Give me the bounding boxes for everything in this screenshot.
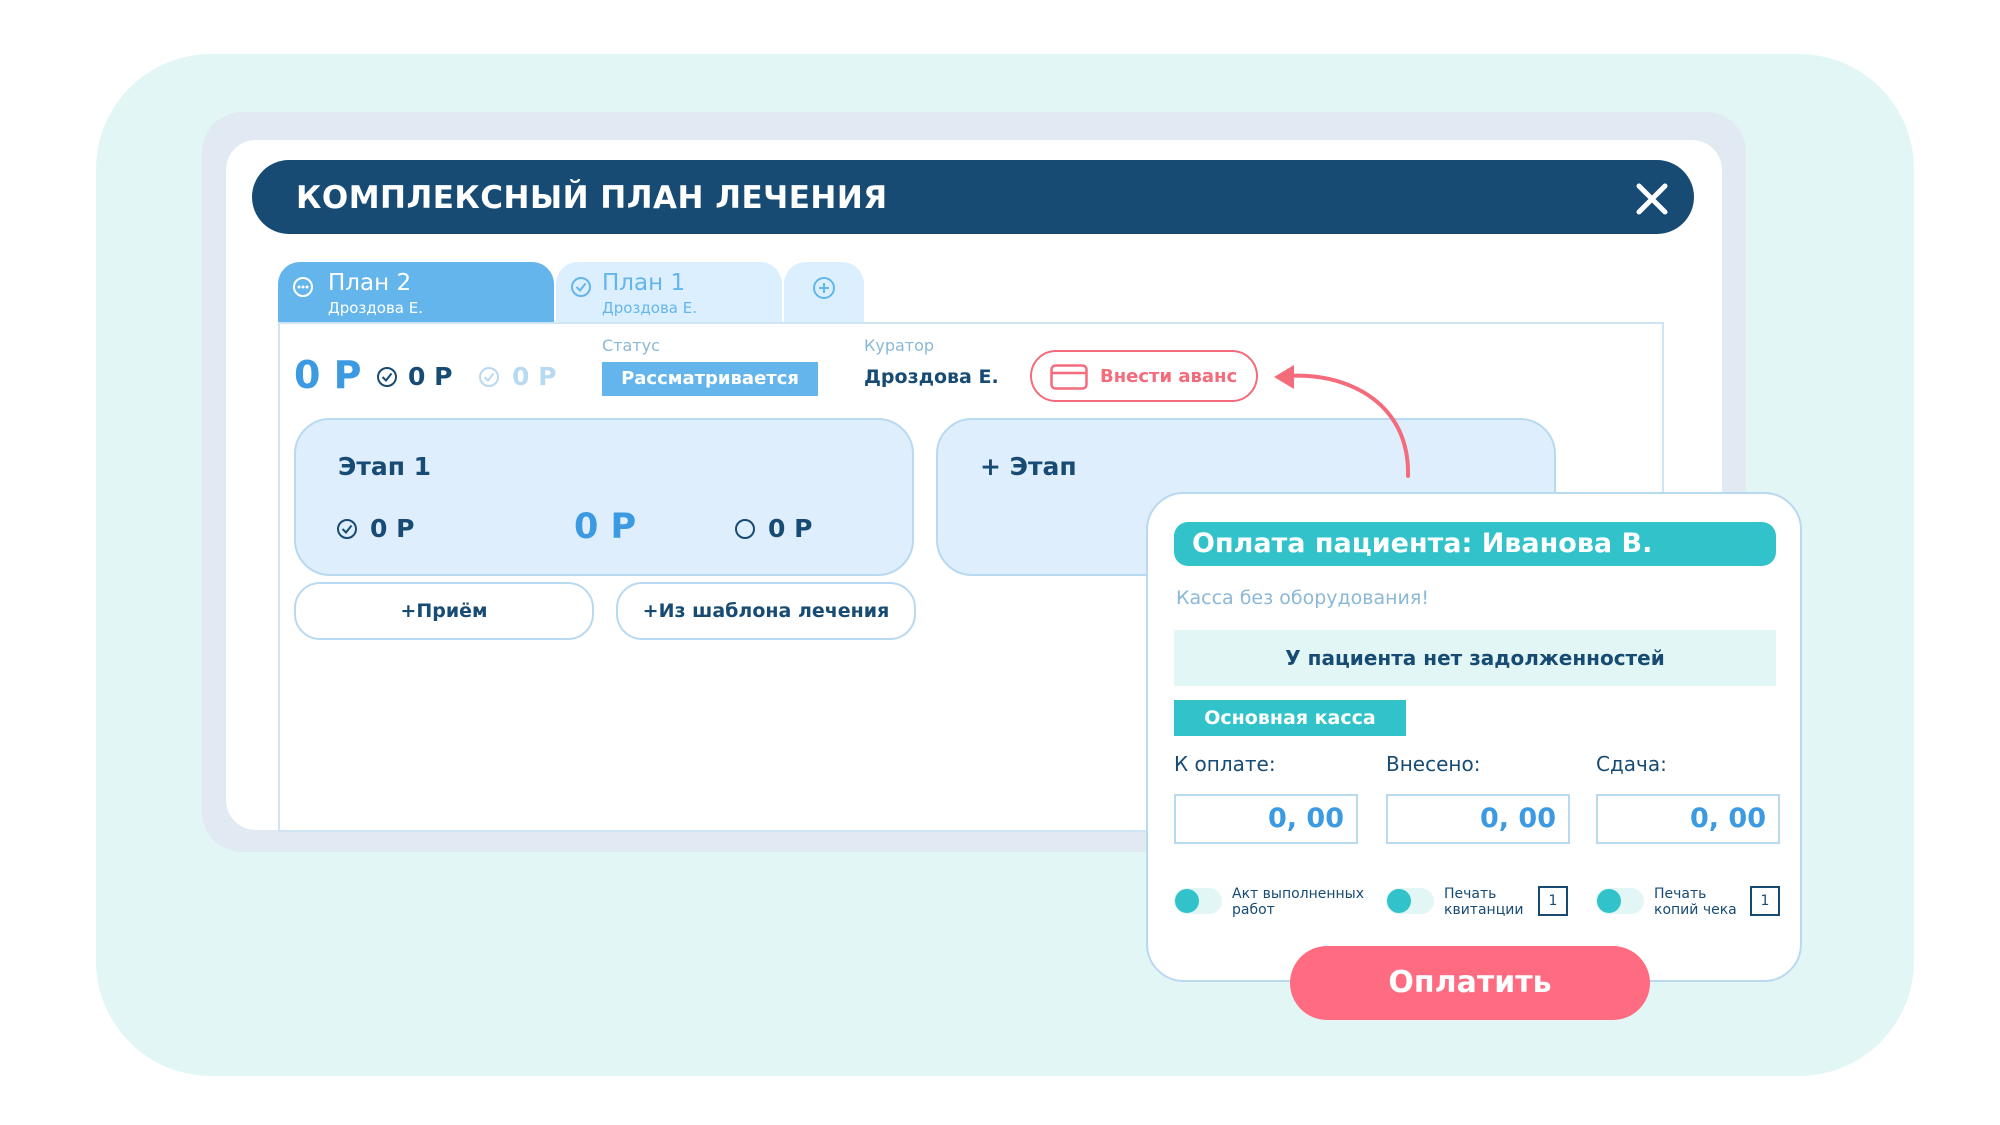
circle-icon [735,519,755,539]
plus-circle-icon [813,277,835,299]
tab-plan-1[interactable]: План 1 Дроздова Е. [556,262,782,322]
completed-amount: 0 Р [512,362,557,391]
tab-title: План 2 [328,270,412,296]
curator-label: Куратор [864,336,935,355]
receipt-toggle-label: Печать [1444,886,1497,902]
amount-paid-field[interactable]: 0, 00 [1386,794,1570,844]
check-circle-icon [479,367,499,387]
check-circle-icon [377,367,397,387]
more-icon [293,277,313,297]
from-template-button[interactable]: +Из шаблона лечения [616,582,916,640]
tab-plan-2[interactable]: План 2 Дроздова Е. [278,262,554,322]
receipt-count-field[interactable]: 1 [1538,886,1568,916]
arrow-icon [1274,365,1411,478]
toggle-knob [1597,889,1621,913]
amount-paid-label: Внесено: [1386,752,1481,776]
amount-due-label: К оплате: [1174,752,1276,776]
act-toggle-label: работ [1232,902,1275,918]
toggle-knob [1387,889,1411,913]
check-copy-toggle-label: Печать [1654,886,1707,902]
tab-title: План 1 [602,270,686,296]
receipt-toggle-label: квитанции [1444,902,1524,918]
pay-button[interactable]: Оплатить [1290,946,1650,1020]
stage-remaining-amount: 0 Р [768,514,813,543]
stage-title: Этап 1 [338,452,432,481]
change-label: Сдача: [1596,752,1667,776]
tab-subtitle: Дроздова Е. [602,299,697,317]
toggle-knob [1175,889,1199,913]
close-button[interactable] [1630,177,1674,221]
cashbox-warning: Касса без оборудования! [1176,587,1429,609]
stage-paid-amount: 0 Р [370,514,415,543]
stage-card[interactable] [294,418,914,576]
credit-card-icon [1050,364,1088,390]
check-circle-icon [571,277,591,297]
act-toggle-label: Акт выполненных [1232,886,1365,902]
amount-due-field[interactable]: 0, 00 [1174,794,1358,844]
tab-subtitle: Дроздова Е. [328,299,423,317]
add-visit-button[interactable]: +Приём [294,582,594,640]
advance-payment-label: Внести аванс [1100,366,1238,387]
check-circle-icon [337,519,357,539]
total-amount: 0 Р [294,353,362,397]
payment-title: Оплата пациента: Иванова В. [1192,528,1653,559]
change-field[interactable]: 0, 00 [1596,794,1780,844]
check-copy-toggle-label: копий чека [1654,902,1737,918]
status-label: Статус [602,336,660,355]
status-badge[interactable]: Рассматривается [602,362,818,396]
cashbox-select[interactable]: Основная касса [1174,700,1406,736]
receipt-toggle[interactable] [1386,888,1434,914]
window-title: КОМПЛЕКСНЫЙ ПЛАН ЛЕЧЕНИЯ [296,180,888,216]
add-plan-tab[interactable] [784,262,864,322]
check-copy-count-field[interactable]: 1 [1750,886,1780,916]
close-icon [1636,183,1668,215]
stage-total-amount: 0 Р [574,507,637,547]
paid-amount: 0 Р [408,362,453,391]
curator-value: Дроздова Е. [864,366,999,388]
add-stage-label: + Этап [980,452,1077,481]
debt-message: У пациента нет задолженностей [1285,646,1665,670]
act-toggle[interactable] [1174,888,1222,914]
check-copy-toggle[interactable] [1596,888,1644,914]
